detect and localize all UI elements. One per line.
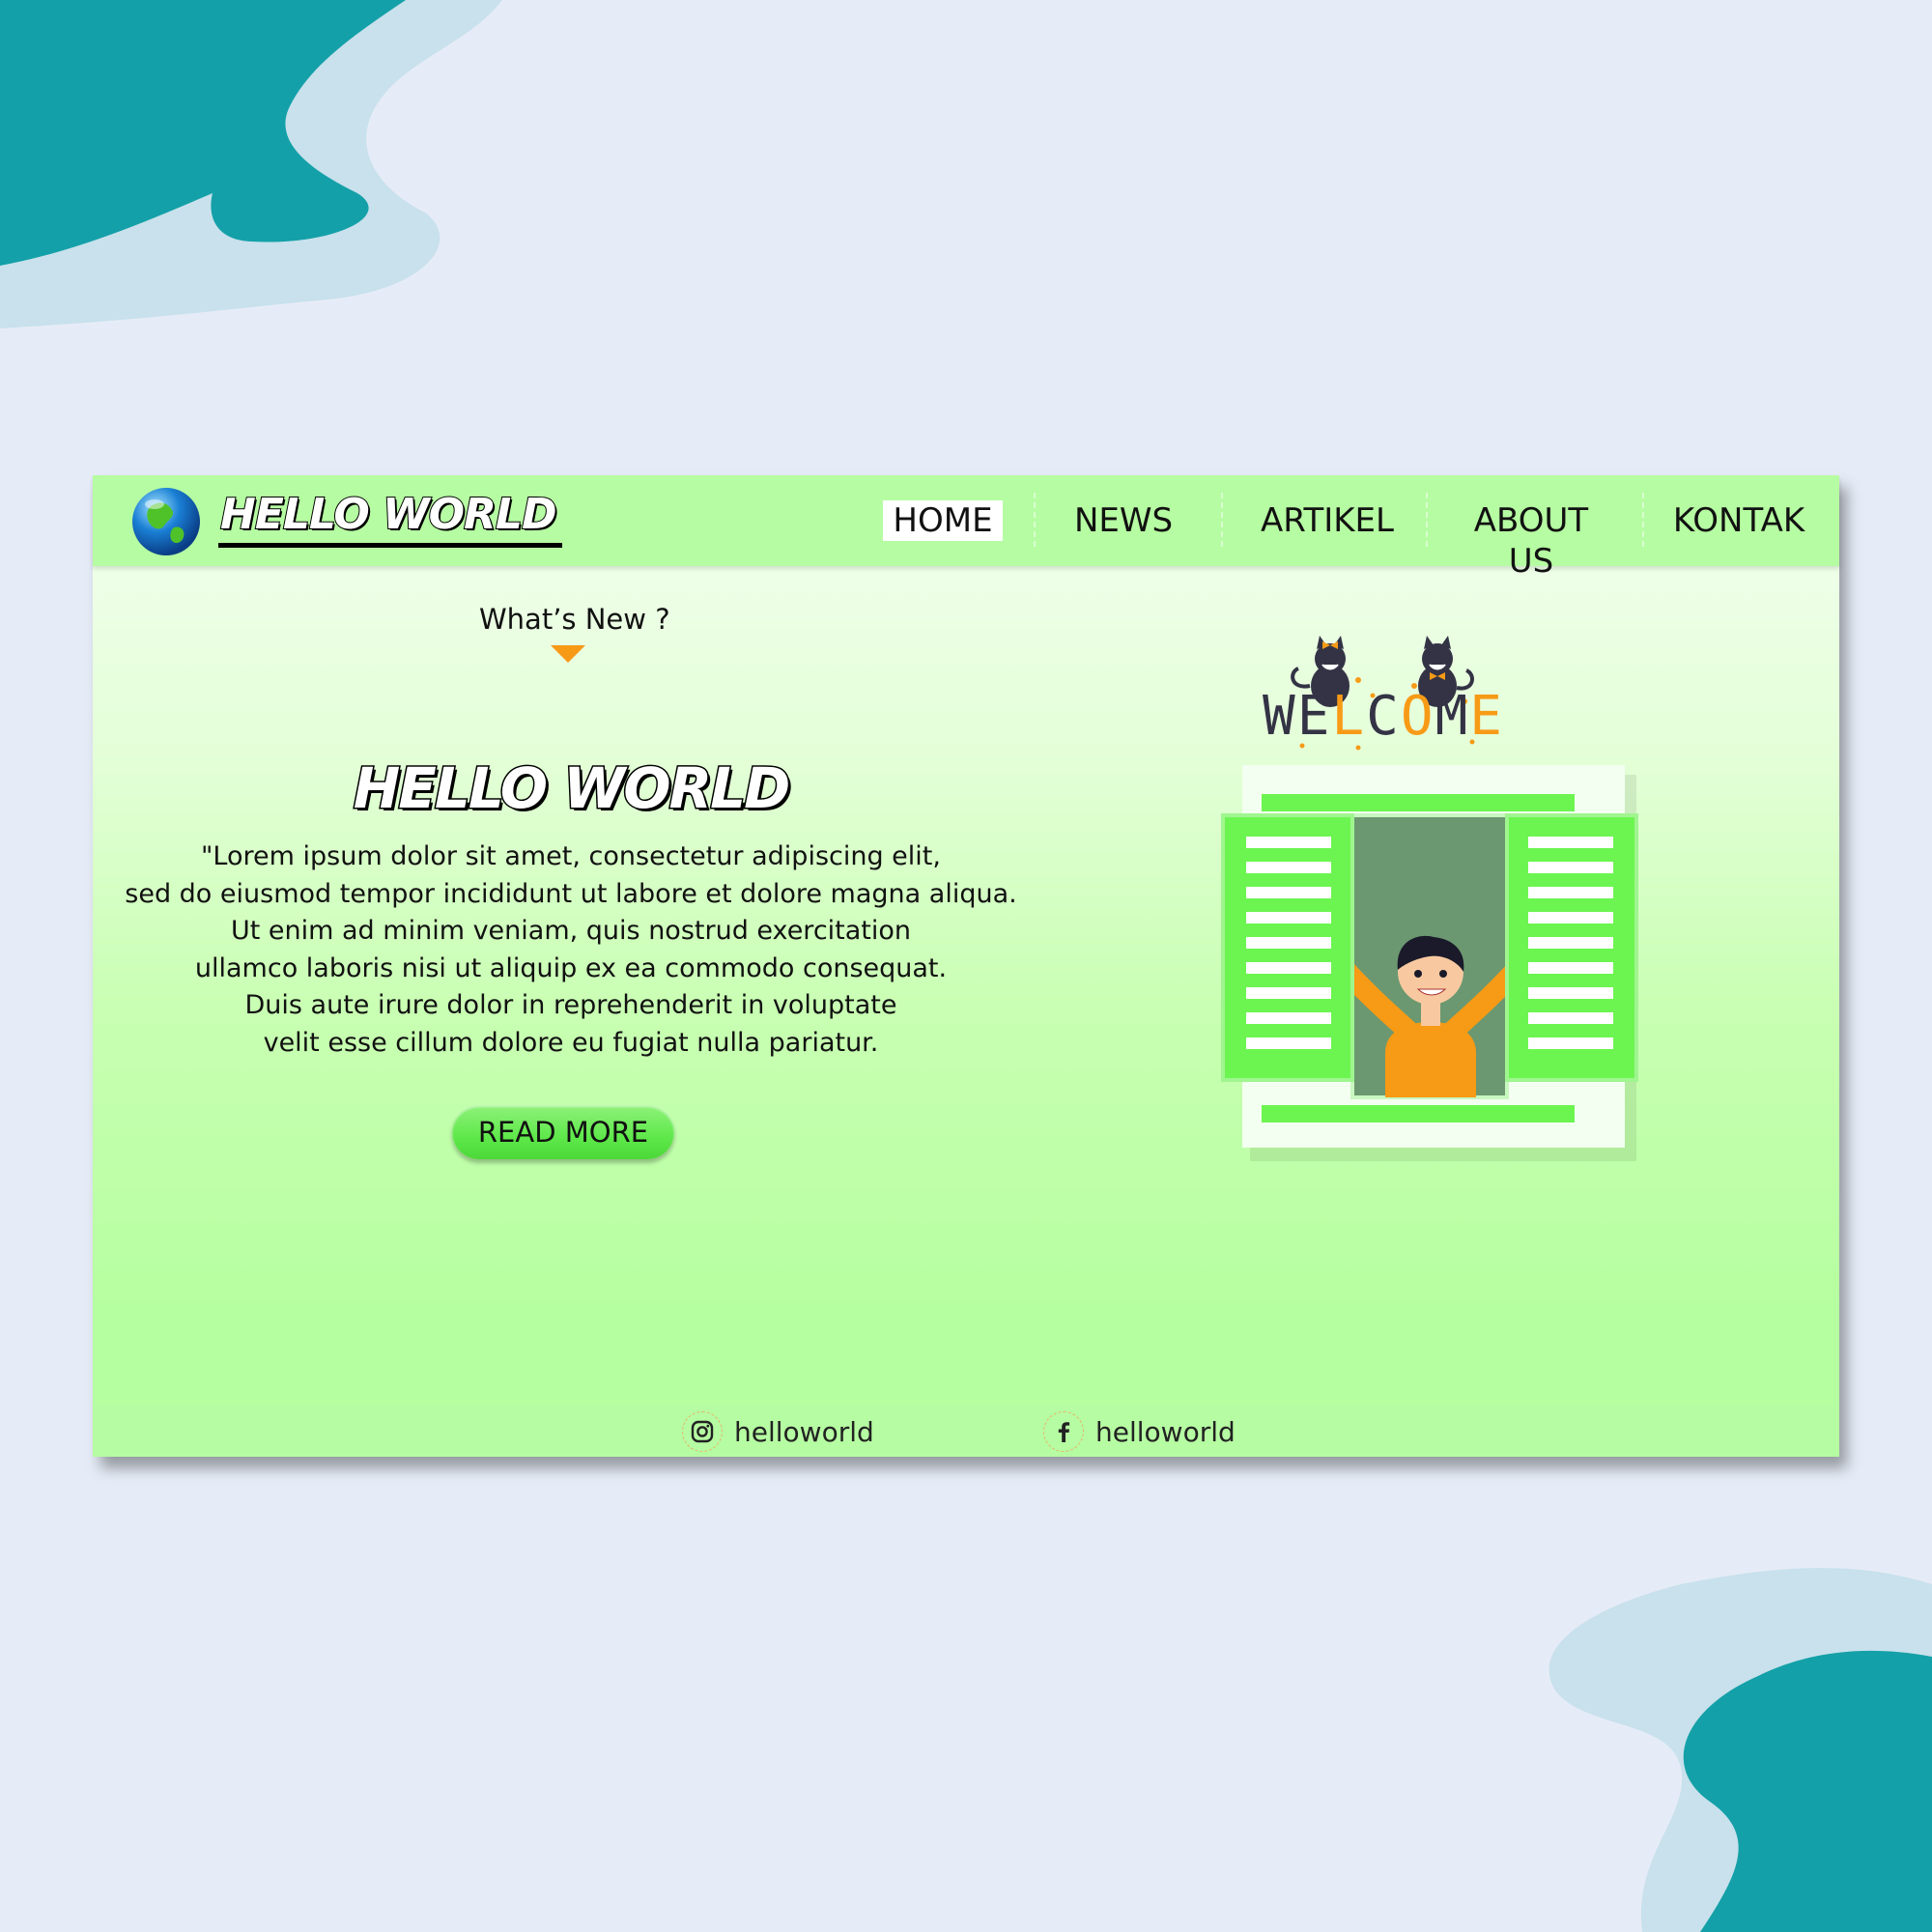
nav-about-us[interactable]: ABOUT US: [1447, 500, 1615, 581]
paragraph-line: Ut enim ad minim veniam, quis nostrud ex…: [230, 916, 912, 946]
instagram-handle: helloworld: [734, 1415, 874, 1448]
nav-home[interactable]: HOME: [883, 500, 1003, 541]
globe-icon[interactable]: [129, 485, 203, 558]
facebook-handle: helloworld: [1095, 1415, 1236, 1448]
site-footer: helloworld helloworld: [93, 1406, 1839, 1457]
paragraph-line: Duis aute irure dolor in reprehenderit i…: [244, 990, 897, 1020]
corner-wave-decoration-top-left: [0, 0, 502, 328]
site-header: HELLO WORLD HOME NEWS ARTIKEL ABOUT US K…: [93, 475, 1839, 581]
website-mockup: HELLO WORLD HOME NEWS ARTIKEL ABOUT US K…: [93, 475, 1839, 1457]
nav-divider: [1034, 493, 1036, 547]
facebook-icon: [1043, 1411, 1084, 1452]
whats-new-label: What’s New ?: [479, 603, 670, 636]
nav-divider: [1642, 493, 1644, 547]
nav-news[interactable]: NEWS: [1051, 500, 1196, 541]
paragraph-line: velit esse cillum dolore eu fugiat nulla…: [263, 1027, 879, 1058]
hero-paragraph: "Lorem ipsum dolor sit amet, consectetur…: [112, 838, 1030, 1062]
corner-wave-decoration-bottom-right: [1548, 1568, 1932, 1932]
brand-logo-text[interactable]: HELLO WORLD: [218, 490, 562, 548]
welcome-window-illustration: WELCOME: [1221, 636, 1638, 1161]
nav-divider: [1426, 493, 1428, 547]
welcome-sign: WELCOME: [1263, 685, 1504, 748]
hero-title: HELLO WORLD: [352, 754, 792, 823]
paragraph-line: ullamco laboris nisi ut aliquip ex ea co…: [194, 952, 948, 983]
nav-kontak[interactable]: KONTAK: [1658, 500, 1820, 541]
facebook-link[interactable]: helloworld: [1043, 1410, 1236, 1453]
paragraph-line: "Lorem ipsum dolor sit amet, consectetur…: [201, 841, 941, 871]
read-more-button[interactable]: READ MORE: [452, 1105, 674, 1159]
instagram-icon: [682, 1411, 723, 1452]
down-triangle-icon: [551, 645, 585, 663]
paragraph-line: sed do eiusmod tempor incididunt ut labo…: [125, 878, 1017, 909]
nav-divider: [1221, 493, 1223, 547]
nav-artikel[interactable]: ARTIKEL: [1250, 500, 1405, 541]
instagram-link[interactable]: helloworld: [682, 1410, 874, 1453]
